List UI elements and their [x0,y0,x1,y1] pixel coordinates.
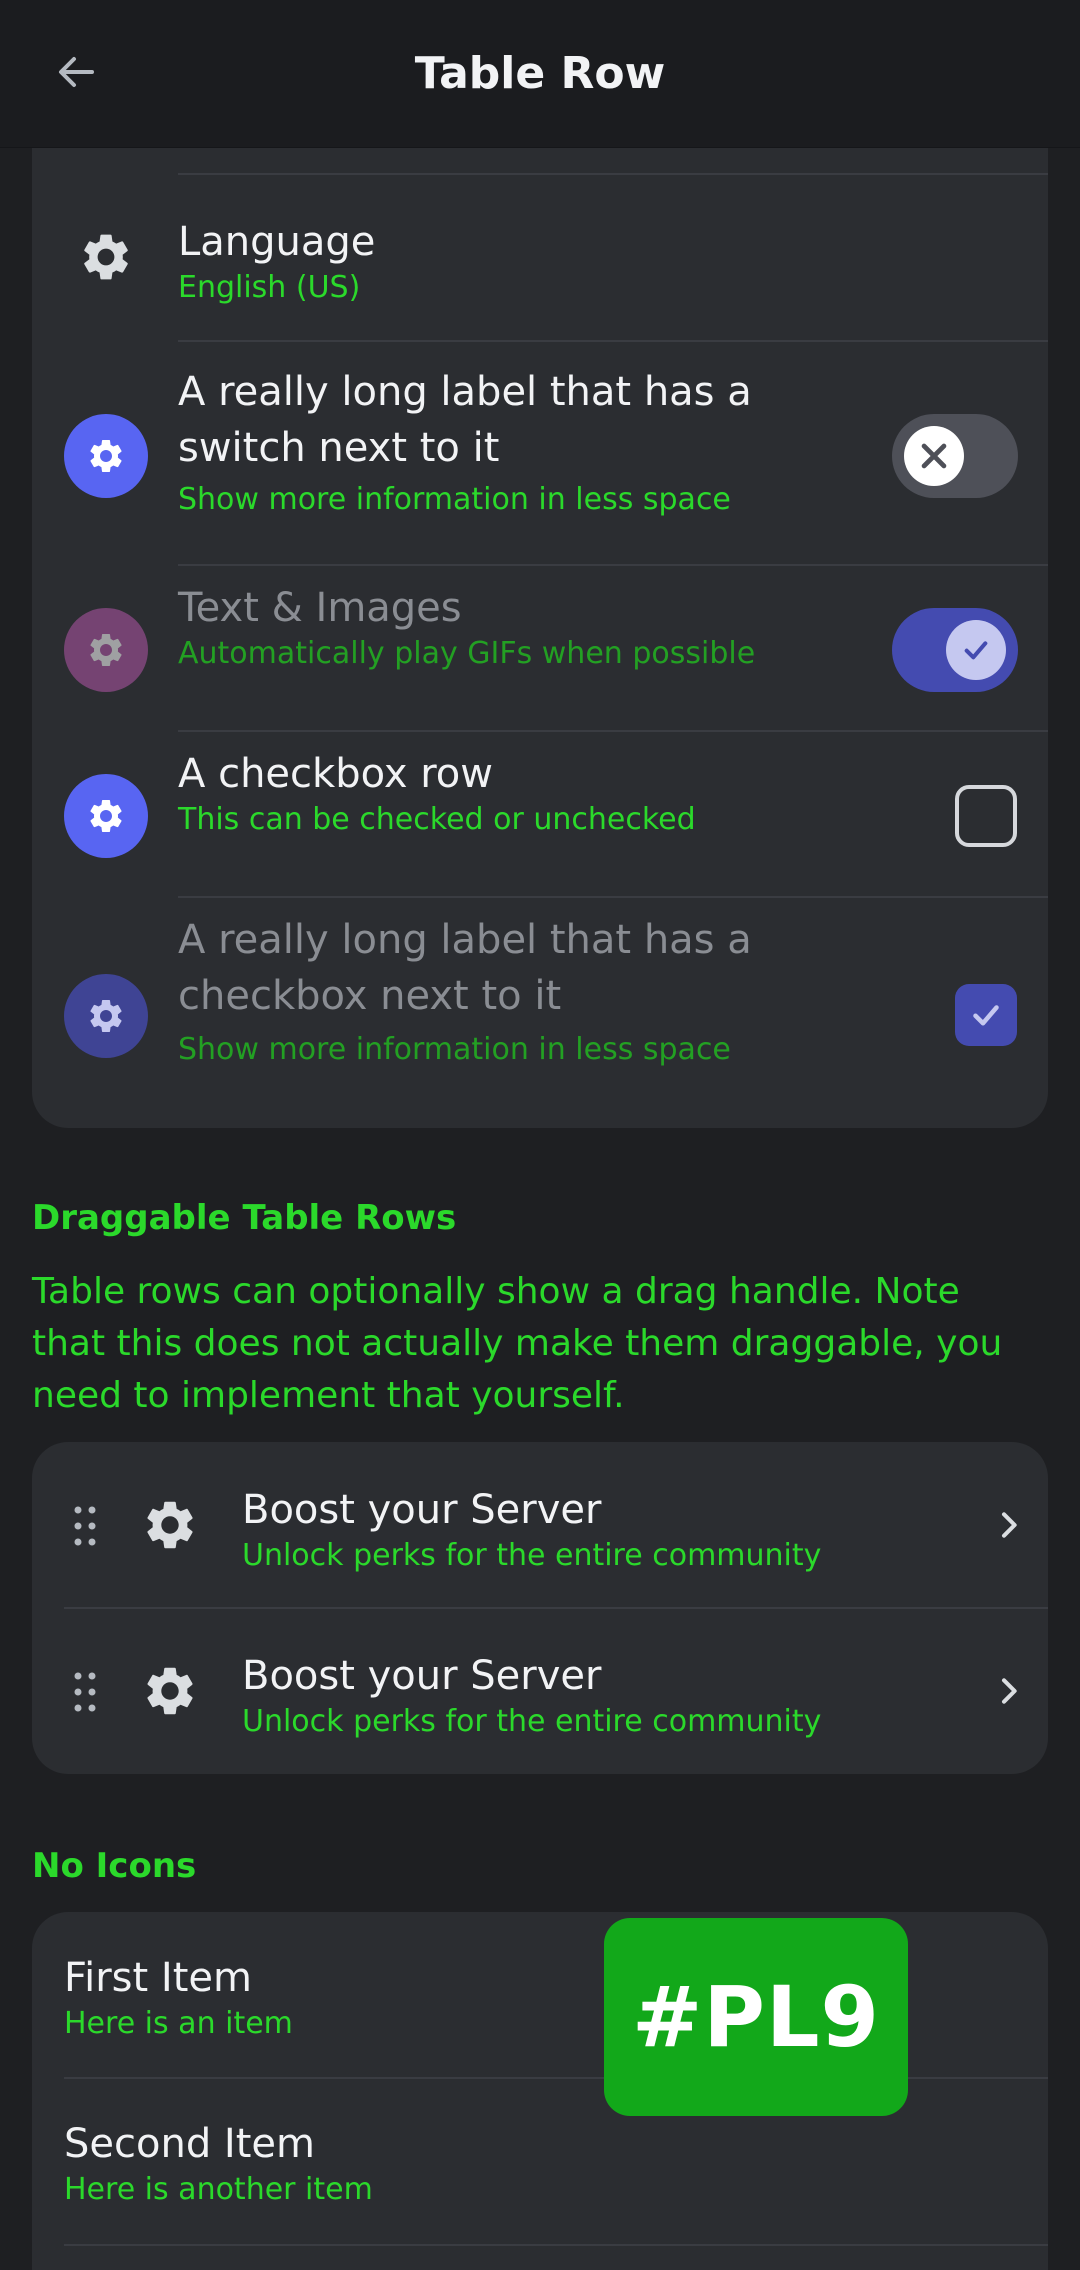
draggable-card: Boost your Server Unlock perks for the e… [32,1442,1048,1774]
row-subtitle: Automatically play GIFs when possible [178,636,756,671]
chevron-right-icon [988,1505,1028,1545]
gear-icon [76,227,136,287]
check-icon [946,620,1006,680]
badge-text: #PL9 [632,1968,880,2066]
draggable-row[interactable]: Boost your Server Unlock perks for the e… [32,1609,1048,1774]
back-button[interactable] [48,44,104,100]
row-subtitle: English (US) [178,270,361,305]
row-subtitle: Unlock perks for the entire community [242,1704,822,1739]
table-row-language[interactable]: Language English (US) [32,175,1048,341]
section-title-no-icons: No Icons [32,1846,197,1886]
divider [64,2244,1048,2246]
table-row-checkbox[interactable]: A checkbox row This can be checked or un… [32,732,1048,896]
gear-icon [64,414,148,498]
gear-icon [64,774,148,858]
row-label: Boost your Server [242,1653,602,1699]
close-icon [904,426,964,486]
row-label: A checkbox row [178,751,493,797]
gear-icon [140,1661,200,1721]
settings-card: Language English (US) A really long labe… [32,100,1048,1128]
row-subtitle: Show more information in less space [178,482,731,517]
page-title: Table Row [414,48,666,99]
table-row-text-images: Text & Images Automatically play GIFs wh… [32,566,1048,730]
row-label: Second Item [64,2121,315,2167]
drag-handle-icon[interactable] [70,1670,100,1714]
row-subtitle: This can be checked or unchecked [178,802,696,837]
gear-icon [64,974,148,1058]
checkbox[interactable] [955,984,1017,1046]
check-icon [973,1005,999,1026]
gear-icon [64,608,148,692]
overlay-badge: #PL9 [604,1918,908,2116]
chevron-right-icon [988,1671,1028,1711]
row-label: Text & Images [178,585,462,631]
row-subtitle: Show more information in less space [178,1032,731,1067]
app-header: Table Row [0,0,1080,148]
row-label: First Item [64,1955,252,2001]
toggle-switch[interactable] [892,608,1018,692]
section-description: Table rows can optionally show a drag ha… [32,1271,1003,1416]
draggable-row[interactable]: Boost your Server Unlock perks for the e… [32,1442,1048,1608]
table-row-switch: A really long label that has a switch ne… [32,342,1048,564]
row-subtitle: Here is an item [64,2006,293,2041]
row-label: Boost your Server [242,1487,602,1533]
gear-icon [140,1495,200,1555]
row-label-line1: A really long label that has a [178,369,752,415]
row-label: Language [178,219,376,265]
row-label-line1: A really long label that has a [178,917,752,963]
arrow-left-icon [59,57,94,87]
toggle-switch[interactable] [892,414,1018,498]
row-subtitle: Unlock perks for the entire community [242,1538,822,1573]
table-row-checkbox-long: A really long label that has a checkbox … [32,898,1048,1124]
section-title-draggable: Draggable Table Rows [32,1198,457,1238]
row-subtitle: Here is another item [64,2172,373,2207]
row-label-line2: switch next to it [178,425,500,471]
drag-handle-icon[interactable] [70,1504,100,1548]
checkbox[interactable] [955,785,1017,847]
row-label-line2: checkbox next to it [178,973,562,1019]
